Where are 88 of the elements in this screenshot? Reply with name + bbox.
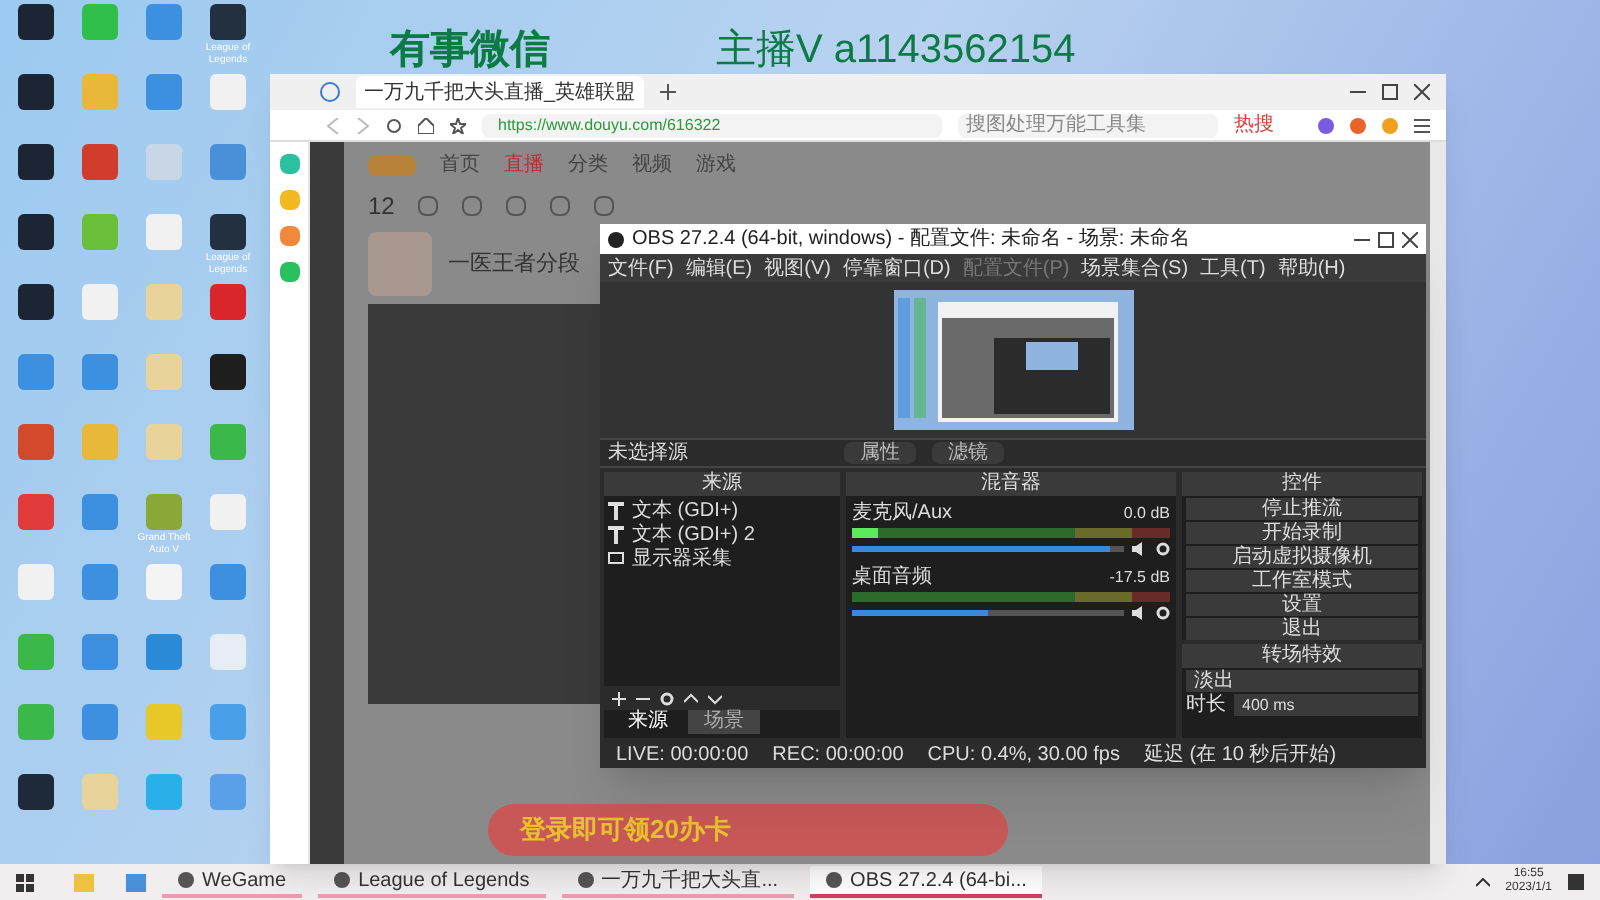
menu-item[interactable]: 视图(V) [764, 257, 831, 279]
duration-field[interactable]: 400 ms [1234, 694, 1418, 716]
channel-reading: 0.0 dB [1123, 502, 1170, 524]
control-button[interactable]: 启动虚拟摄像机 [1186, 546, 1418, 568]
menu-item[interactable]: 文件(F) [608, 257, 674, 279]
chevron-up-icon[interactable] [1475, 877, 1490, 887]
feature-icon[interactable] [550, 196, 571, 216]
dock-title: 控件 [1182, 472, 1422, 496]
window-title: OBS 27.2.4 (64-bit, windows) - 配置文件: 未命名 - 场景: 未命名 [632, 228, 1190, 250]
toolbar-button[interactable]: 滤镜 [932, 442, 1004, 464]
back-icon[interactable] [326, 117, 340, 133]
down-icon[interactable] [708, 691, 722, 705]
app-icon[interactable] [210, 214, 246, 250]
start-icon[interactable] [16, 873, 34, 891]
settings-icon[interactable] [1156, 606, 1170, 620]
monitor-icon [608, 552, 624, 566]
status-text: REC: 00:00:00 [772, 744, 904, 766]
menu-item[interactable]: 场景集合(S) [1081, 257, 1189, 279]
app-icon[interactable] [18, 774, 54, 810]
compass-icon[interactable] [320, 82, 340, 102]
app-icon[interactable] [279, 154, 299, 174]
volume-slider[interactable] [852, 610, 1124, 616]
feature-icon[interactable] [506, 196, 527, 216]
menu-item[interactable]: 工具(T) [1200, 257, 1266, 279]
settings-icon[interactable] [660, 691, 674, 705]
scrollbar[interactable] [1430, 142, 1446, 864]
menu-icon[interactable] [1414, 117, 1430, 133]
volume-slider[interactable] [852, 546, 1124, 552]
avatar [368, 232, 432, 296]
app-icon[interactable] [18, 284, 54, 320]
menu-item[interactable]: 停靠窗口(D) [842, 257, 951, 279]
taskbar-item[interactable]: WeGame [162, 866, 303, 898]
source-item[interactable]: 文本 (GDI+) [608, 500, 836, 522]
overlay-text: 有事微信 [390, 26, 550, 76]
dock-title: 转场特效 [1182, 644, 1422, 668]
control-button[interactable]: 停止推流 [1186, 498, 1418, 520]
stream-title: 一医王者分段 [448, 249, 580, 280]
home-icon[interactable] [418, 117, 434, 133]
duration-label: 时长 [1186, 694, 1226, 716]
menu-item[interactable]: 编辑(E) [685, 257, 753, 279]
speaker-icon[interactable] [1132, 542, 1148, 556]
dock-title: 来源 [604, 472, 840, 496]
feature-icon[interactable] [594, 196, 615, 216]
speaker-icon[interactable] [1132, 606, 1148, 620]
taskbar-item[interactable]: OBS 27.2.4 (64-bi... [810, 866, 1043, 898]
feature-icon[interactable] [418, 196, 439, 216]
channel-name: 麦克风/Aux [852, 502, 953, 524]
status-text: 延迟 (在 10 秒后开始) [1143, 744, 1337, 766]
overlay-text: 主播V a1143562154 [716, 26, 1076, 76]
follow-count: 12 [368, 190, 395, 224]
dock-tab[interactable]: 场景 [688, 710, 760, 734]
app-icon[interactable] [18, 144, 54, 180]
new-tab-icon[interactable] [659, 84, 676, 100]
settings-icon[interactable] [1156, 542, 1170, 556]
taskbar-item[interactable]: League of Legends [318, 866, 546, 898]
source-item[interactable]: 文本 (GDI+) 2 [608, 524, 836, 546]
channel-name: 桌面音频 [852, 566, 932, 588]
add-icon[interactable] [612, 691, 626, 705]
toolbar-button[interactable]: 属性 [844, 442, 916, 464]
feature-icon[interactable] [462, 196, 483, 216]
source-item[interactable]: 显示器采集 [608, 548, 836, 570]
app-icon[interactable] [18, 214, 54, 250]
up-icon[interactable] [684, 691, 698, 705]
transition-select[interactable]: 淡出 [1186, 670, 1418, 692]
close-icon[interactable] [1414, 84, 1430, 100]
status-text: LIVE: 00:00:00 [616, 744, 749, 766]
maximize-icon[interactable] [1378, 231, 1394, 247]
channel-reading: -17.5 dB [1109, 566, 1170, 588]
dock-title: 混音器 [846, 472, 1176, 496]
site-logo [368, 155, 416, 175]
no-source-label: 未选择源 [608, 442, 690, 464]
taskbar-item[interactable]: 一万九千把大头直... [561, 866, 795, 898]
status-text: CPU: 0.4%, 30.00 fps [927, 744, 1120, 766]
maximize-icon[interactable] [1382, 84, 1398, 100]
control-button[interactable]: 设置 [1186, 594, 1418, 616]
app-icon[interactable] [18, 74, 54, 110]
control-button[interactable]: 工作室模式 [1186, 570, 1418, 592]
control-button[interactable]: 退出 [1186, 618, 1418, 640]
control-button[interactable]: 开始录制 [1186, 522, 1418, 544]
close-icon[interactable] [1402, 231, 1418, 247]
browser-tab[interactable]: 一万九千把大头直播_英雄联盟 [356, 76, 644, 108]
app-icon[interactable] [18, 4, 54, 40]
reload-icon[interactable] [386, 117, 402, 133]
app-icon[interactable] [210, 4, 246, 40]
hot-search-label: 热搜 [1234, 114, 1274, 136]
app-icon[interactable] [210, 354, 246, 390]
menu-item[interactable]: 帮助(H) [1277, 257, 1346, 279]
forward-icon[interactable] [356, 117, 370, 133]
